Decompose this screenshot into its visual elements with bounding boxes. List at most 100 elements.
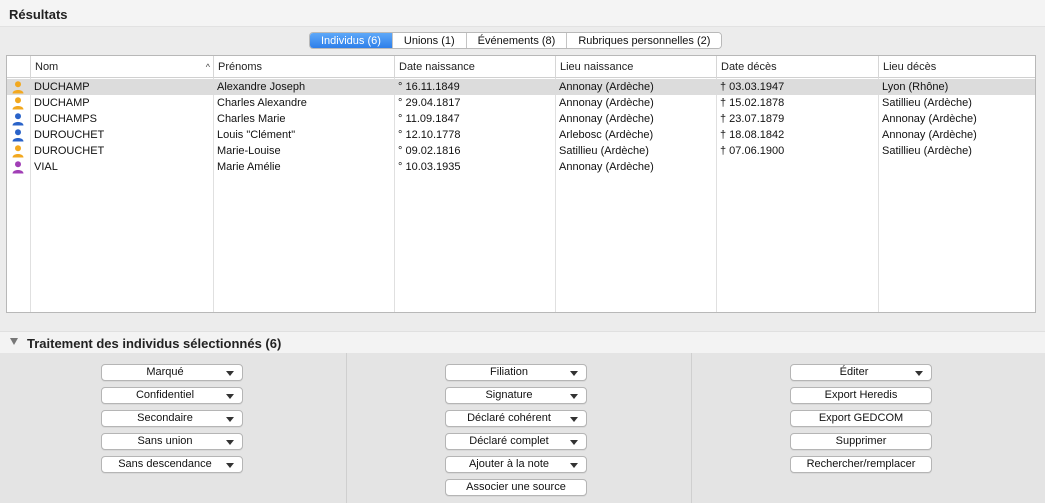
- tab-rubriques-personnelles[interactable]: Rubriques personnelles (2): [567, 33, 722, 48]
- button-label: Sans union: [137, 435, 193, 447]
- cell-nom: DUCHAMPS: [34, 113, 97, 125]
- cell-prenoms: Alexandre Joseph: [217, 81, 306, 93]
- cell-lieu-naissance: Annonay (Ardèche): [559, 161, 654, 173]
- table-row[interactable]: DUCHAMP Charles Alexandre ° 29.04.1817 A…: [7, 95, 1035, 111]
- table-row[interactable]: DUCHAMP Alexandre Joseph ° 16.11.1849 An…: [7, 79, 1035, 95]
- sans-descendance-button[interactable]: Sans descendance: [101, 456, 243, 473]
- button-label: Déclaré cohérent: [467, 412, 551, 424]
- person-female-icon: [12, 145, 24, 158]
- cell-prenoms: Marie Amélie: [217, 161, 281, 173]
- button-label: Éditer: [839, 366, 869, 378]
- button-label: Export Heredis: [824, 389, 898, 401]
- cell-lieu-naissance: Annonay (Ardèche): [559, 81, 654, 93]
- export-gedcom-button[interactable]: Export GEDCOM: [790, 410, 932, 427]
- filiation-button[interactable]: Filiation: [445, 364, 587, 381]
- export-heredis-button[interactable]: Export Heredis: [790, 387, 932, 404]
- column-header-prenoms[interactable]: Prénoms: [213, 56, 394, 78]
- button-label: Ajouter à la note: [468, 458, 550, 470]
- person-female-icon: [12, 97, 24, 110]
- cell-date-naissance: ° 29.04.1817: [398, 97, 461, 109]
- column-header-nom[interactable]: Nom ^: [30, 56, 213, 78]
- treatment-panel: Marqué Confidentiel Secondaire Sans union Sa…: [0, 353, 1045, 503]
- button-label: Filiation: [490, 366, 528, 378]
- cell-date-deces: † 07.06.1900: [720, 145, 785, 157]
- secondaire-button[interactable]: Secondaire: [101, 410, 243, 427]
- button-label: Signature: [485, 389, 533, 401]
- rechercher-remplacer-button[interactable]: Rechercher/remplacer: [790, 456, 932, 473]
- button-label: Rechercher/remplacer: [806, 458, 916, 470]
- cell-date-naissance: ° 12.10.1778: [398, 129, 461, 141]
- cell-lieu-deces: Annonay (Ardèche): [882, 129, 977, 141]
- cell-lieu-deces: [878, 159, 1035, 175]
- table-row[interactable]: DUROUCHET Marie-Louise ° 09.02.1816 Sati…: [7, 143, 1035, 159]
- cell-date-deces: † 03.03.1947: [720, 81, 785, 93]
- results-title: Résultats: [9, 7, 68, 22]
- cell-date-deces: [716, 159, 878, 175]
- table-row[interactable]: DUCHAMPS Charles Marie ° 11.09.1847 Anno…: [7, 111, 1035, 127]
- column-header-lieu-naissance[interactable]: Lieu naissance: [555, 56, 716, 78]
- dropdown-arrow-icon: [226, 394, 234, 399]
- dropdown-arrow-icon: [915, 371, 923, 376]
- confidentiel-button[interactable]: Confidentiel: [101, 387, 243, 404]
- declare-complet-button[interactable]: Déclaré complet: [445, 433, 587, 450]
- button-label: Secondaire: [137, 412, 193, 424]
- cell-prenoms: Louis "Clément": [217, 129, 296, 141]
- tab-individus[interactable]: Individus (6): [310, 33, 393, 48]
- button-label: Confidentiel: [135, 389, 195, 401]
- treatment-header[interactable]: Traitement des individus sélectionnés (6…: [0, 331, 1045, 353]
- person-female-icon: [12, 81, 24, 94]
- button-label: Supprimer: [835, 435, 887, 447]
- table-row[interactable]: DUROUCHET Louis "Clément" ° 12.10.1778 A…: [7, 127, 1035, 143]
- column-header-nom-label: Nom: [35, 61, 59, 73]
- disclosure-triangle-icon[interactable]: [10, 338, 18, 345]
- results-table: Nom ^ Prénoms Date naissance Lieu naissa…: [6, 55, 1036, 313]
- column-separator: [346, 353, 347, 503]
- cell-date-naissance: ° 16.11.1849: [398, 81, 460, 93]
- cell-lieu-naissance: Satillieu (Ardèche): [559, 145, 649, 157]
- marque-button[interactable]: Marqué: [101, 364, 243, 381]
- cell-nom: DUCHAMP: [34, 81, 90, 93]
- button-label: Export GEDCOM: [818, 412, 904, 424]
- button-label: Marqué: [146, 366, 184, 378]
- dropdown-arrow-icon: [226, 463, 234, 468]
- column-header-date-deces[interactable]: Date décès: [716, 56, 878, 78]
- cell-date-naissance: ° 11.09.1847: [398, 113, 460, 125]
- cell-lieu-deces: Satillieu (Ardèche): [882, 97, 972, 109]
- dropdown-arrow-icon: [570, 440, 578, 445]
- cell-lieu-deces: Annonay (Ardèche): [882, 113, 977, 125]
- column-header-lieu-deces[interactable]: Lieu décès: [878, 56, 1035, 78]
- cell-nom: VIAL: [34, 161, 58, 173]
- associer-une-source-button[interactable]: Associer une source: [445, 479, 587, 496]
- column-header-date-naissance[interactable]: Date naissance: [394, 56, 555, 78]
- dropdown-arrow-icon: [570, 463, 578, 468]
- tab-evenements[interactable]: Événements (8): [466, 33, 568, 48]
- supprimer-button[interactable]: Supprimer: [790, 433, 932, 450]
- button-label: Associer une source: [466, 481, 566, 493]
- person-male-icon: [12, 129, 24, 142]
- sans-union-button[interactable]: Sans union: [101, 433, 243, 450]
- signature-button[interactable]: Signature: [445, 387, 587, 404]
- ajouter-a-la-note-button[interactable]: Ajouter à la note: [445, 456, 587, 473]
- column-header-icon[interactable]: [7, 56, 30, 78]
- treatment-title: Traitement des individus sélectionnés (6…: [27, 336, 282, 351]
- cell-prenoms: Charles Marie: [217, 113, 286, 125]
- table-row[interactable]: VIAL Marie Amélie ° 10.03.1935 Annonay (…: [7, 159, 1035, 175]
- cell-date-deces: † 23.07.1879: [720, 113, 785, 125]
- tab-unions[interactable]: Unions (1): [392, 33, 467, 48]
- button-label: Sans descendance: [118, 458, 212, 470]
- dropdown-arrow-icon: [226, 371, 234, 376]
- cell-prenoms: Charles Alexandre: [217, 97, 307, 109]
- declare-coherent-button[interactable]: Déclaré cohérent: [445, 410, 587, 427]
- cell-lieu-deces: Satillieu (Ardèche): [882, 145, 972, 157]
- cell-lieu-naissance: Annonay (Ardèche): [559, 97, 654, 109]
- cell-nom: DUROUCHET: [34, 129, 105, 141]
- cell-prenoms: Marie-Louise: [217, 145, 281, 157]
- results-header: Résultats: [0, 0, 1045, 27]
- editer-button[interactable]: Éditer: [790, 364, 932, 381]
- cell-lieu-naissance: Annonay (Ardèche): [559, 113, 654, 125]
- cell-lieu-naissance: Arlebosc (Ardèche): [559, 129, 654, 141]
- cell-nom: DUROUCHET: [34, 145, 105, 157]
- cell-date-deces: † 18.08.1842: [720, 129, 785, 141]
- table-header: Nom ^ Prénoms Date naissance Lieu naissa…: [7, 56, 1035, 78]
- cell-lieu-deces: Lyon (Rhône): [882, 81, 949, 93]
